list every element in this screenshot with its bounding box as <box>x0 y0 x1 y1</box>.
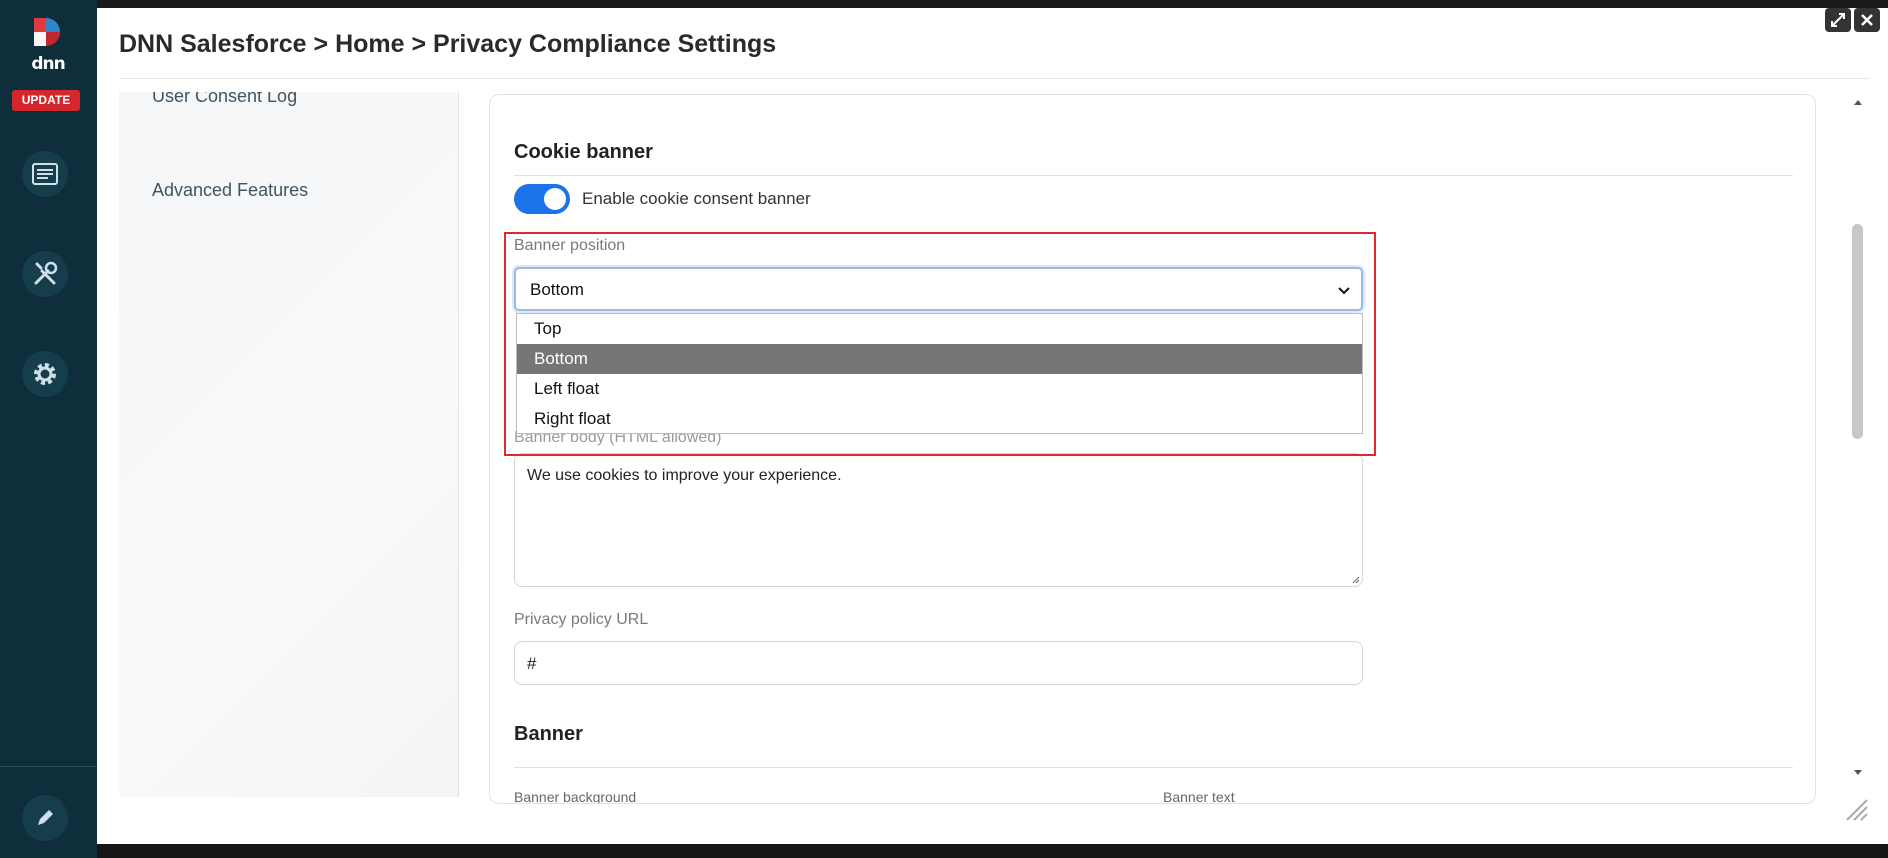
highlight-box <box>504 232 1376 456</box>
panel-resize-icon[interactable] <box>1841 794 1869 822</box>
top-strip <box>97 0 1888 8</box>
bottom-strip <box>97 844 1888 858</box>
enable-banner-toggle[interactable] <box>514 184 570 214</box>
banner-body-textarea[interactable]: We use cookies to improve your experienc… <box>514 453 1363 587</box>
tools-button[interactable] <box>22 251 68 297</box>
tools-icon <box>34 261 58 285</box>
pencil-icon <box>38 810 53 825</box>
dnn-logo[interactable]: dnn <box>26 14 70 74</box>
privacy-url-value: # <box>527 654 537 673</box>
privacy-url-label: Privacy policy URL <box>514 611 649 628</box>
banner-section-divider <box>514 767 1793 768</box>
sidebar-item-advanced-features[interactable]: Advanced Features <box>152 180 308 201</box>
expand-button[interactable] <box>1825 8 1851 32</box>
banner-background-label: Banner background <box>514 789 637 804</box>
banner-heading: Banner <box>514 723 583 745</box>
app-window: dnn UPDATE DNN Salesforce > Home > Priva… <box>0 0 1888 858</box>
gear-icon <box>34 363 56 385</box>
edit-button[interactable] <box>22 795 68 841</box>
cookie-banner-heading: Cookie banner <box>514 141 653 163</box>
sidebar-item-user-consent-log[interactable]: User Consent Log <box>152 92 297 107</box>
toggle-knob <box>544 188 566 210</box>
rail-divider <box>0 766 97 767</box>
content-icon <box>32 163 58 185</box>
scrollbar-thumb[interactable] <box>1852 224 1863 439</box>
scroll-up-icon[interactable] <box>1851 96 1865 108</box>
dnn-logo-icon <box>34 18 60 46</box>
close-button[interactable] <box>1854 8 1880 32</box>
textarea-resize-icon[interactable] <box>1350 574 1360 584</box>
dnn-rail: dnn UPDATE <box>0 0 97 858</box>
logo-text: dnn <box>31 54 65 74</box>
update-button[interactable]: UPDATE <box>12 90 80 111</box>
scroll-down-icon[interactable] <box>1851 767 1865 779</box>
banner-body-value: We use cookies to improve your experienc… <box>527 467 842 484</box>
settings-sidebar: User Consent Log Advanced Features <box>119 92 459 797</box>
settings-button[interactable] <box>22 351 68 397</box>
expand-icon <box>1831 13 1845 27</box>
banner-text-label: Banner text <box>1163 789 1235 804</box>
privacy-url-input[interactable]: # <box>514 641 1363 685</box>
enable-banner-label: Enable cookie consent banner <box>582 189 811 208</box>
content-button[interactable] <box>22 151 68 197</box>
header-divider <box>119 78 1869 79</box>
breadcrumb: DNN Salesforce > Home > Privacy Complian… <box>119 30 777 58</box>
cookie-section-divider <box>514 175 1793 176</box>
close-icon <box>1861 14 1873 26</box>
